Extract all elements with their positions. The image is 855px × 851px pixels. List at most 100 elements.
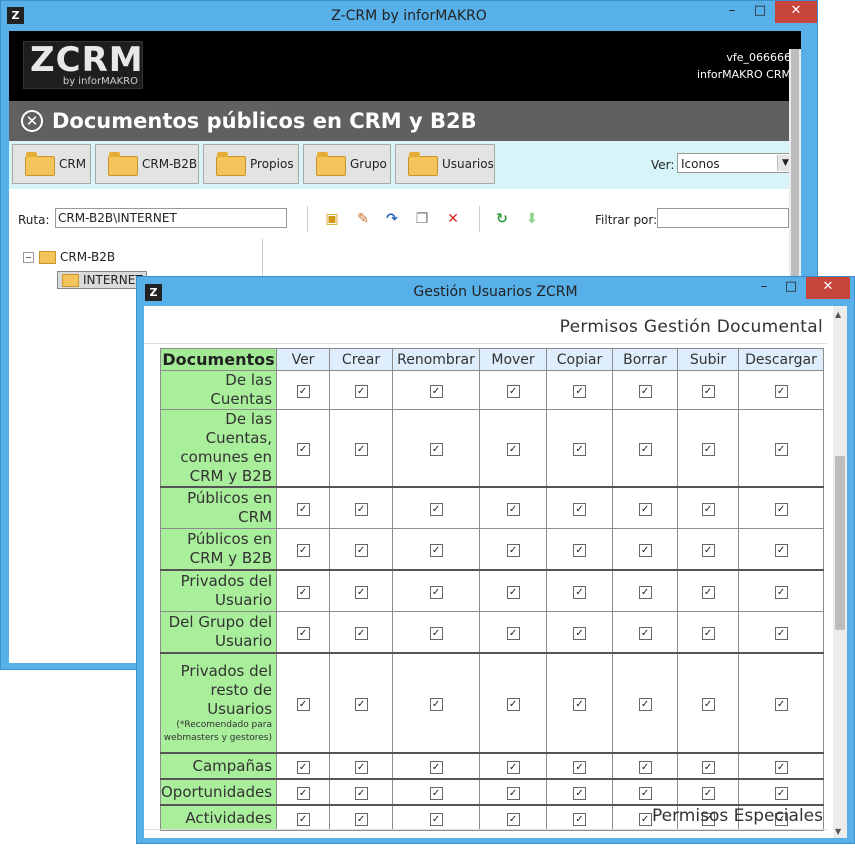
permission-checkbox[interactable]: ✓ — [296, 787, 310, 800]
permission-checkbox[interactable]: ✓ — [701, 503, 715, 516]
view-select[interactable]: Iconos ▼ — [677, 153, 795, 173]
permission-checkbox[interactable]: ✓ — [774, 503, 788, 516]
permission-checkbox[interactable]: ✓ — [774, 761, 788, 774]
permission-checkbox[interactable]: ✓ — [701, 385, 715, 398]
move-icon[interactable]: ↷ — [383, 210, 401, 228]
permission-checkbox[interactable]: ✓ — [429, 627, 443, 640]
permission-checkbox[interactable]: ✓ — [429, 698, 443, 711]
permission-checkbox[interactable]: ✓ — [638, 586, 652, 599]
main-titlebar[interactable]: Z Z-CRM by inforMAKRO — [1, 1, 817, 31]
permission-checkbox[interactable]: ✓ — [638, 698, 652, 711]
permission-checkbox[interactable]: ✓ — [354, 385, 368, 398]
permission-checkbox[interactable]: ✓ — [354, 698, 368, 711]
permission-checkbox[interactable]: ✓ — [701, 761, 715, 774]
permission-checkbox[interactable]: ✓ — [774, 443, 788, 456]
download-icon[interactable]: ⬇ — [523, 210, 541, 228]
permission-checkbox[interactable]: ✓ — [506, 698, 520, 711]
maximize-button[interactable]: □ — [778, 277, 804, 299]
permission-checkbox[interactable]: ✓ — [638, 544, 652, 557]
permission-checkbox[interactable]: ✓ — [354, 443, 368, 456]
permission-checkbox[interactable]: ✓ — [701, 586, 715, 599]
permission-checkbox[interactable]: ✓ — [354, 503, 368, 516]
scrollbar-thumb[interactable] — [791, 49, 799, 279]
filter-input[interactable] — [657, 208, 789, 228]
permission-checkbox[interactable]: ✓ — [354, 813, 368, 826]
permission-checkbox[interactable]: ✓ — [506, 627, 520, 640]
scroll-up-icon[interactable]: ▲ — [835, 310, 841, 319]
minimize-button[interactable]: – — [719, 1, 745, 23]
permission-checkbox[interactable]: ✓ — [506, 443, 520, 456]
permission-checkbox[interactable]: ✓ — [701, 698, 715, 711]
new-folder-icon[interactable]: ▣ — [323, 210, 341, 228]
permission-checkbox[interactable]: ✓ — [573, 544, 587, 557]
permission-checkbox[interactable]: ✓ — [573, 698, 587, 711]
path-input[interactable]: CRM-B2B\INTERNET — [55, 208, 287, 228]
permission-checkbox[interactable]: ✓ — [701, 443, 715, 456]
permission-checkbox[interactable]: ✓ — [296, 813, 310, 826]
permission-checkbox[interactable]: ✓ — [573, 586, 587, 599]
permission-checkbox[interactable]: ✓ — [774, 385, 788, 398]
permission-checkbox[interactable]: ✓ — [573, 787, 587, 800]
permission-checkbox[interactable]: ✓ — [506, 385, 520, 398]
permission-checkbox[interactable]: ✓ — [354, 544, 368, 557]
tree-node-internet[interactable]: INTERNET — [57, 271, 147, 289]
permission-checkbox[interactable]: ✓ — [638, 503, 652, 516]
permission-checkbox[interactable]: ✓ — [506, 544, 520, 557]
tab-usuarios[interactable]: Usuarios — [395, 144, 495, 184]
permission-checkbox[interactable]: ✓ — [296, 627, 310, 640]
permission-checkbox[interactable]: ✓ — [638, 761, 652, 774]
permission-checkbox[interactable]: ✓ — [506, 503, 520, 516]
permission-checkbox[interactable]: ✓ — [429, 586, 443, 599]
permission-checkbox[interactable]: ✓ — [573, 503, 587, 516]
permission-checkbox[interactable]: ✓ — [638, 787, 652, 800]
tab-propios[interactable]: Propios — [203, 144, 299, 184]
close-circle-icon[interactable]: ✕ — [21, 110, 43, 132]
permission-checkbox[interactable]: ✓ — [354, 761, 368, 774]
collapse-icon[interactable]: − — [23, 252, 34, 263]
permission-checkbox[interactable]: ✓ — [774, 586, 788, 599]
tab-crm-b2b[interactable]: CRM-B2B — [95, 144, 199, 184]
maximize-button[interactable]: □ — [747, 1, 773, 23]
permission-checkbox[interactable]: ✓ — [638, 627, 652, 640]
permission-checkbox[interactable]: ✓ — [296, 698, 310, 711]
permission-checkbox[interactable]: ✓ — [774, 698, 788, 711]
permission-checkbox[interactable]: ✓ — [774, 544, 788, 557]
permission-checkbox[interactable]: ✓ — [701, 787, 715, 800]
permission-checkbox[interactable]: ✓ — [354, 627, 368, 640]
permission-checkbox[interactable]: ✓ — [506, 761, 520, 774]
close-button[interactable]: ✕ — [775, 1, 817, 23]
permission-checkbox[interactable]: ✓ — [429, 443, 443, 456]
permission-checkbox[interactable]: ✓ — [774, 627, 788, 640]
permission-checkbox[interactable]: ✓ — [429, 761, 443, 774]
permission-checkbox[interactable]: ✓ — [573, 385, 587, 398]
delete-icon[interactable]: ✕ — [444, 210, 462, 228]
permission-checkbox[interactable]: ✓ — [296, 385, 310, 398]
tab-grupo[interactable]: Grupo — [303, 144, 391, 184]
copy-icon[interactable]: ❐ — [413, 210, 431, 228]
permission-checkbox[interactable]: ✓ — [296, 761, 310, 774]
permission-checkbox[interactable]: ✓ — [774, 787, 788, 800]
permission-checkbox[interactable]: ✓ — [429, 385, 443, 398]
rename-icon[interactable]: ✎ — [354, 210, 372, 228]
permission-checkbox[interactable]: ✓ — [429, 813, 443, 826]
minimize-button[interactable]: – — [751, 277, 777, 299]
refresh-icon[interactable]: ↻ — [493, 210, 511, 228]
permission-checkbox[interactable]: ✓ — [573, 443, 587, 456]
permission-checkbox[interactable]: ✓ — [638, 385, 652, 398]
permission-checkbox[interactable]: ✓ — [429, 787, 443, 800]
scroll-down-icon[interactable]: ▼ — [835, 827, 841, 836]
permission-checkbox[interactable]: ✓ — [296, 503, 310, 516]
permission-checkbox[interactable]: ✓ — [573, 761, 587, 774]
dialog-titlebar[interactable]: Z Gestión Usuarios ZCRM — [137, 277, 854, 307]
dialog-scrollbar[interactable]: ▲ ▼ — [833, 306, 847, 838]
permission-checkbox[interactable]: ✓ — [506, 813, 520, 826]
permission-checkbox[interactable]: ✓ — [429, 503, 443, 516]
close-button[interactable]: ✕ — [806, 277, 850, 299]
permission-checkbox[interactable]: ✓ — [573, 813, 587, 826]
permission-checkbox[interactable]: ✓ — [506, 787, 520, 800]
permission-checkbox[interactable]: ✓ — [354, 787, 368, 800]
permission-checkbox[interactable]: ✓ — [638, 813, 652, 826]
permission-checkbox[interactable]: ✓ — [638, 443, 652, 456]
tab-crm[interactable]: CRM — [12, 144, 91, 184]
permission-checkbox[interactable]: ✓ — [701, 544, 715, 557]
